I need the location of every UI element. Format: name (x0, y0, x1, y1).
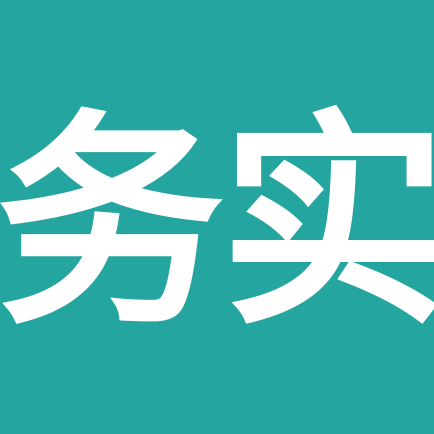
app-logo-text: 务实 (0, 90, 434, 356)
app-icon: 务实 (0, 0, 434, 434)
